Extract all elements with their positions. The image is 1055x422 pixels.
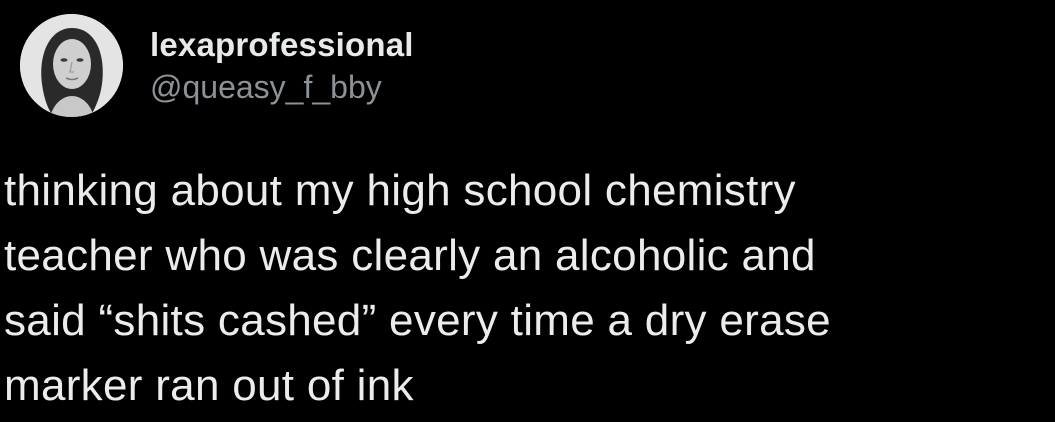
author-names: lexaprofessional @queasy_f_bby bbox=[150, 25, 414, 107]
tweet-text: thinking about my high school chemistry … bbox=[4, 166, 831, 410]
tweet: lexaprofessional @queasy_f_bby thinking … bbox=[0, 0, 1055, 422]
avatar[interactable] bbox=[20, 14, 123, 117]
author-display-name[interactable]: lexaprofessional bbox=[150, 25, 414, 65]
author-handle[interactable]: @queasy_f_bby bbox=[150, 67, 414, 107]
profile-photo-icon bbox=[20, 14, 123, 117]
tweet-header: lexaprofessional @queasy_f_bby bbox=[20, 8, 414, 123]
